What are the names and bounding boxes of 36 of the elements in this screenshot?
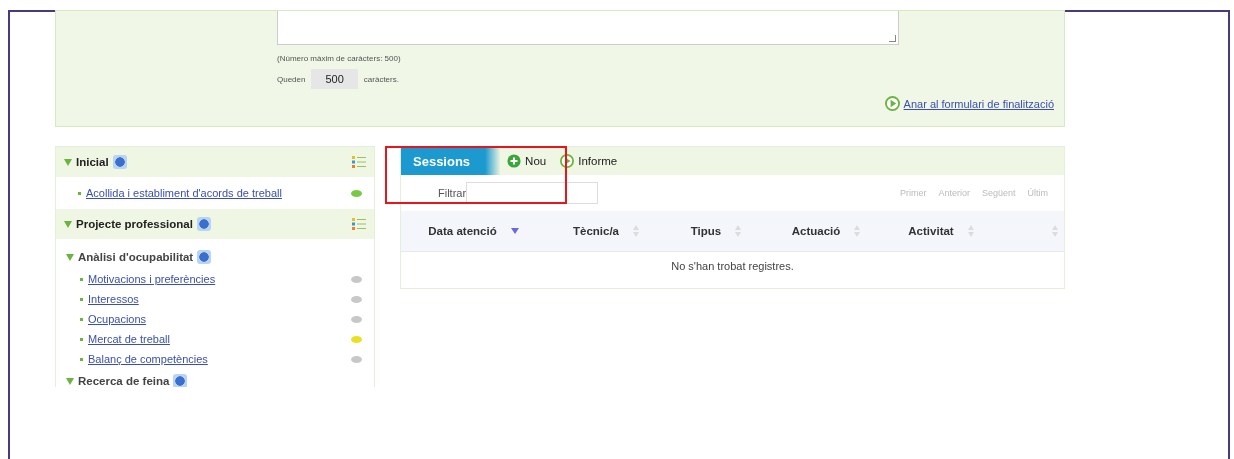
play-icon <box>884 96 900 111</box>
sort-descending-icon[interactable] <box>510 228 519 234</box>
group-title[interactable]: Recerca de feina <box>78 375 170 387</box>
help-icon[interactable] <box>197 250 212 264</box>
help-icon[interactable] <box>112 155 127 169</box>
remaining-unit: caràcters. <box>363 74 399 84</box>
step-link[interactable]: Mercat de treball <box>88 333 170 345</box>
column-header[interactable]: Data atenció <box>428 225 497 237</box>
step-link[interactable]: Motivacions i preferències <box>88 273 216 285</box>
column-header[interactable]: Tècnic/a <box>573 225 619 237</box>
step-link[interactable]: Ocupacions <box>88 313 147 325</box>
remaining-counter: 500 <box>311 69 358 89</box>
empty-message: No s'han trobat registres. <box>670 259 795 272</box>
max-length-note: (Número màxim de caràcters: 500) <box>277 54 402 63</box>
filter-field[interactable] <box>466 182 599 204</box>
help-icon[interactable] <box>196 217 211 231</box>
help-icon[interactable] <box>173 374 188 387</box>
filter-label: Filtrar <box>438 187 467 199</box>
section-header[interactable]: Inicial <box>56 147 374 177</box>
section-header[interactable]: Projecte professional <box>56 209 374 239</box>
finish-form-link[interactable]: Anar al formulari de finalització <box>903 97 1054 110</box>
list-icon[interactable] <box>352 155 366 169</box>
plus-icon <box>507 154 522 168</box>
column-header[interactable]: Tipus <box>690 225 722 237</box>
list-icon[interactable] <box>352 217 366 231</box>
comment-field[interactable] <box>277 11 899 45</box>
group-title[interactable]: Anàlisi d'ocupabilitat <box>78 251 194 263</box>
step-link[interactable]: Balanç de competències <box>88 353 208 365</box>
resize-grip-icon <box>889 35 896 42</box>
column-header[interactable]: Actuació <box>791 225 841 237</box>
remaining-label: Queden <box>277 74 306 84</box>
report-button[interactable]: Informe <box>553 154 625 168</box>
new-button[interactable]: Nou <box>500 154 554 168</box>
step-link[interactable]: Acollida i establiment d'acords de treball <box>86 187 282 199</box>
step-link[interactable]: Interessos <box>88 293 139 305</box>
column-header[interactable]: Activitat <box>908 225 954 237</box>
